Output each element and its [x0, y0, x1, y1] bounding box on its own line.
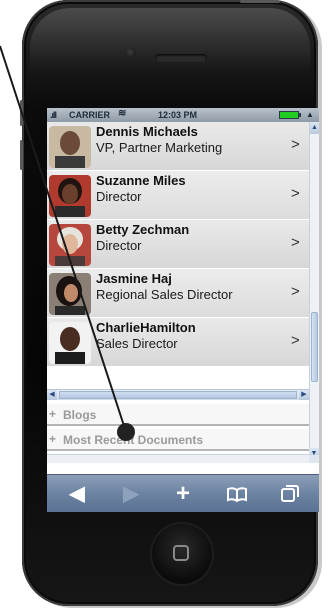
- recent-documents-section[interactable]: + Most Recent Documents: [47, 429, 309, 451]
- back-arrow-icon[interactable]: ◀: [65, 482, 89, 506]
- chevron-right-icon: >: [291, 332, 300, 349]
- book-icon[interactable]: [225, 482, 249, 506]
- avatar: [49, 322, 91, 364]
- phone-screen: .ıll CARRIER ≋ 12:03 PM ▲ Dennis Michael…: [47, 108, 319, 512]
- chevron-right-icon: >: [291, 234, 300, 251]
- contact-name: Suzanne Miles: [96, 173, 186, 188]
- expand-plus-icon[interactable]: +: [49, 407, 56, 421]
- contact-row[interactable]: Jasmine Haj Regional Sales Director >: [47, 269, 309, 318]
- horizontal-scroll-thumb[interactable]: [59, 391, 297, 399]
- avatar: [49, 126, 91, 168]
- plus-icon[interactable]: +: [171, 482, 195, 506]
- contact-title: VP, Partner Marketing: [96, 140, 223, 155]
- recent-documents-label: Most Recent Documents: [63, 433, 204, 447]
- carrier-label: CARRIER: [69, 110, 111, 120]
- contact-row[interactable]: Betty Zechman Director >: [47, 220, 309, 269]
- contact-row[interactable]: CharlieHamilton Sales Director >: [47, 318, 309, 367]
- contact-title: Regional Sales Director: [96, 287, 233, 302]
- earpiece-speaker: [155, 54, 207, 62]
- status-time: 12:03 PM: [158, 110, 198, 120]
- contact-name: Betty Zechman: [96, 222, 190, 237]
- mute-switch: [20, 100, 23, 126]
- contact-title: Director: [96, 238, 142, 253]
- vertical-scrollbar[interactable]: ▲: [309, 122, 319, 458]
- scroll-up-arrow-icon[interactable]: ▲: [305, 109, 315, 120]
- battery-icon: [279, 111, 299, 119]
- power-button: [240, 0, 280, 3]
- pages-icon[interactable]: [277, 482, 301, 506]
- expand-plus-icon[interactable]: +: [49, 432, 56, 446]
- blogs-section[interactable]: + Blogs: [47, 404, 309, 426]
- avatar: [49, 175, 91, 217]
- chevron-right-icon: >: [291, 283, 300, 300]
- contact-row[interactable]: Dennis Michaels VP, Partner Marketing >: [47, 122, 309, 171]
- contact-list: Dennis Michaels VP, Partner Marketing > …: [47, 122, 309, 367]
- volume-up-button: [20, 140, 23, 170]
- front-camera: [126, 48, 136, 58]
- browser-toolbar: ◀ ▶ +: [47, 474, 319, 512]
- scroll-up-icon[interactable]: ▲: [310, 122, 319, 134]
- contact-row[interactable]: Suzanne Miles Director >: [47, 171, 309, 220]
- contact-title: Director: [96, 189, 142, 204]
- contact-name: Dennis Michaels: [96, 124, 198, 139]
- contact-name: CharlieHamilton: [96, 320, 196, 335]
- vertical-scroll-thumb[interactable]: [311, 312, 318, 382]
- forward-arrow-icon[interactable]: ▶: [119, 482, 143, 506]
- status-bar: .ıll CARRIER ≋ 12:03 PM ▲: [47, 108, 319, 122]
- inner-horizontal-scrollbar[interactable]: [47, 454, 309, 463]
- scroll-left-icon[interactable]: ◀: [47, 390, 57, 400]
- inner-scroll-corner: [309, 455, 319, 463]
- contact-name: Jasmine Haj: [96, 271, 172, 286]
- horizontal-scrollbar[interactable]: ◀ ▶: [47, 389, 309, 400]
- bezel-glare: [30, 8, 310, 88]
- avatar: [49, 273, 91, 315]
- home-square-icon: [173, 545, 189, 561]
- chevron-right-icon: >: [291, 136, 300, 153]
- avatar: [49, 224, 91, 266]
- wifi-icon: ≋: [118, 108, 127, 119]
- scroll-right-icon[interactable]: ▶: [299, 390, 309, 400]
- signal-strength-icon: .ıll: [50, 110, 57, 120]
- blogs-section-label: Blogs: [63, 408, 97, 422]
- chevron-right-icon: >: [291, 185, 300, 202]
- battery-tip: [299, 113, 301, 117]
- contact-title: Sales Director: [96, 336, 178, 351]
